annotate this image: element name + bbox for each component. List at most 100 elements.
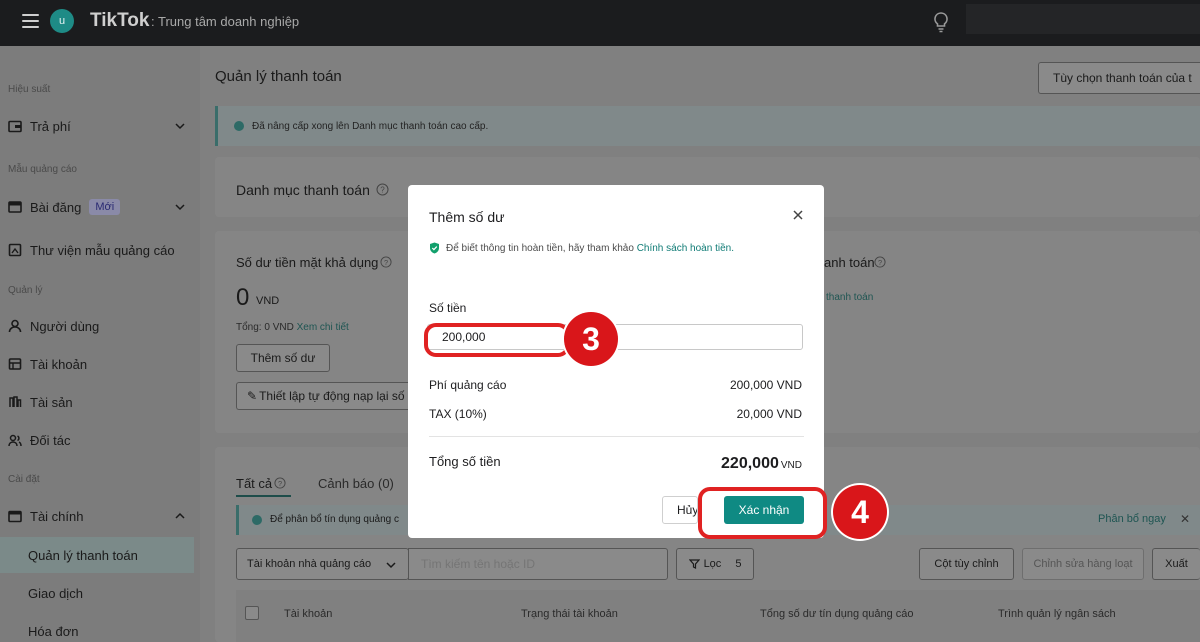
- wallet-icon: [8, 120, 22, 133]
- chevron-down-icon[interactable]: [174, 120, 186, 132]
- svg-text:?: ?: [278, 479, 282, 488]
- total-value: 220,000 VND: [721, 455, 802, 473]
- tab-all[interactable]: Tất cả: [236, 476, 272, 491]
- select-value: Tài khoản nhà quảng cáo: [247, 558, 372, 570]
- page-title: Quản lý thanh toán: [215, 68, 342, 85]
- column-header[interactable]: Trạng thái tài khoản: [521, 608, 618, 620]
- right-card-link[interactable]: thanh toán: [826, 292, 873, 303]
- assets-icon: [9, 396, 22, 407]
- tiktok-logo[interactable]: TikTok: [90, 10, 149, 32]
- tab-all-label: Tất cả: [236, 476, 273, 491]
- user-icon: [8, 319, 22, 333]
- export-button[interactable]: Xuất: [1152, 548, 1200, 580]
- section-settings: Cài đặt: [8, 474, 40, 485]
- sidebar-item-invoices[interactable]: Hóa đơn: [28, 621, 78, 641]
- help-icon[interactable]: ?: [376, 183, 389, 196]
- amount-label: Số tiền: [429, 301, 467, 315]
- section-manage: Quản lý: [8, 285, 43, 296]
- section-ad-templates: Mẫu quảng cáo: [8, 164, 77, 175]
- alert-banner-text: Để phân bổ tín dụng quảng c: [270, 514, 399, 525]
- close-icon[interactable]: [792, 209, 804, 221]
- lightbulb-icon[interactable]: [932, 11, 950, 33]
- sidebar-item-label: Người dùng: [30, 318, 100, 334]
- info-banner-text: Đã nâng cấp xong lên Danh mục thanh toán…: [252, 120, 489, 132]
- total-text: Tổng: 0 VND: [236, 322, 294, 333]
- total-currency: VND: [780, 460, 802, 471]
- add-balance-button[interactable]: Thêm số dư: [236, 344, 330, 372]
- filter-label: Lọc: [703, 558, 722, 570]
- help-icon[interactable]: ?: [874, 256, 886, 268]
- sidebar-item-transactions[interactable]: Giao dịch: [28, 583, 83, 603]
- help-icon[interactable]: ?: [380, 256, 392, 268]
- tab-underline: [236, 495, 291, 497]
- auto-topup-button[interactable]: ✎ Thiết lập tự động nạp lại số: [236, 382, 412, 410]
- total-amount: 220,000: [721, 455, 779, 472]
- right-card-label: anh toán: [824, 255, 875, 270]
- chevron-up-icon[interactable]: [174, 510, 186, 522]
- avatar[interactable]: u: [50, 9, 74, 33]
- note-text: Để biết thông tin hoàn tiền, hãy tham kh…: [446, 242, 634, 254]
- highlight-ring-confirm: [698, 487, 827, 539]
- balance-amount: 0: [236, 284, 250, 311]
- info-icon: [252, 515, 262, 525]
- auto-topup-label: Thiết lập tự động nạp lại số: [259, 389, 405, 403]
- section-performance: Hiệu suất: [8, 84, 51, 95]
- balance-total: Tổng: 0 VND Xem chi tiết: [236, 322, 349, 333]
- balance-label: Số dư tiền mặt khả dụng: [236, 255, 379, 270]
- menu-icon[interactable]: [22, 14, 39, 28]
- logo-subtitle: : Trung tâm doanh nghiệp: [151, 14, 300, 29]
- refund-note: Để biết thông tin hoàn tiền, hãy tham kh…: [429, 242, 734, 254]
- chevron-down-icon: [386, 562, 396, 569]
- sidebar-item-partners[interactable]: Đối tác: [8, 430, 70, 450]
- column-header[interactable]: Tài khoản: [284, 608, 332, 620]
- account-switcher[interactable]: [966, 4, 1200, 34]
- sidebar-item-users[interactable]: Người dùng: [8, 316, 99, 336]
- add-balance-modal: Thêm số dư Để biết thông tin hoàn tiền, …: [408, 185, 824, 538]
- sidebar-item-label: Thư viện mẫu quảng cáo: [30, 242, 175, 258]
- filter-button[interactable]: Lọc 5: [676, 548, 754, 580]
- select-all-checkbox[interactable]: [245, 606, 259, 620]
- refund-policy-link[interactable]: Chính sách hoàn tiền.: [637, 243, 734, 254]
- partners-icon: [8, 434, 22, 447]
- sidebar-item-label: Tài sản: [30, 394, 73, 410]
- top-bar: u TikTok : Trung tâm doanh nghiệp: [0, 0, 1200, 46]
- cancel-button[interactable]: Hủy: [662, 496, 698, 524]
- modal-title: Thêm số dư: [429, 209, 505, 225]
- sidebar-item-posts[interactable]: Bài đăng Mới: [8, 197, 121, 217]
- sidebar-item-payment[interactable]: Trả phí: [8, 116, 71, 136]
- filter-count: 5: [735, 558, 742, 570]
- library-icon: [8, 243, 22, 257]
- allocate-now-link[interactable]: Phân bổ ngay: [1098, 513, 1166, 525]
- sidebar-item-accounts[interactable]: Tài khoản: [8, 354, 87, 374]
- account-icon: [8, 358, 22, 370]
- sidebar-item-label: Đối tác: [30, 432, 71, 448]
- bulk-edit-button[interactable]: Chỉnh sửa hàng loạt: [1022, 548, 1144, 580]
- close-icon[interactable]: ✕: [1180, 512, 1190, 526]
- tab-alerts[interactable]: Cảnh báo (0): [318, 476, 394, 491]
- highlight-ring-amount: [424, 323, 570, 357]
- sidebar-item-payment-management[interactable]: Quản lý thanh toán: [28, 545, 138, 565]
- sidebar-item-label: Bài đăng: [30, 199, 82, 215]
- sidebar-item-finance[interactable]: Tài chính: [8, 506, 83, 526]
- svg-text:?: ?: [380, 186, 385, 195]
- details-link[interactable]: Xem chi tiết: [297, 322, 349, 333]
- finance-icon: [8, 510, 22, 523]
- sidebar-item-label: Trả phí: [30, 118, 71, 134]
- search-input[interactable]: [408, 548, 668, 580]
- advertiser-account-select[interactable]: Tài khoản nhà quảng cáo: [236, 548, 409, 580]
- ad-fee-value: 200,000 VND: [729, 378, 802, 392]
- custom-columns-button[interactable]: Cột tùy chỉnh: [919, 548, 1014, 580]
- step-4-badge: 4: [833, 485, 887, 539]
- svg-text:?: ?: [878, 258, 882, 267]
- help-icon[interactable]: ?: [274, 477, 286, 489]
- sidebar-item-assets[interactable]: Tài sản: [8, 392, 73, 412]
- svg-text:?: ?: [384, 258, 388, 267]
- shield-icon: [430, 242, 439, 254]
- sidebar-item-label: Tài khoản: [30, 356, 88, 372]
- column-header[interactable]: Tổng số dư tín dụng quảng cáo: [760, 608, 914, 620]
- sidebar-item-ad-library[interactable]: Thư viện mẫu quảng cáo: [8, 240, 175, 260]
- chevron-down-icon[interactable]: [174, 201, 186, 213]
- column-header[interactable]: Trình quản lý ngân sách: [998, 608, 1116, 620]
- edit-icon: ✎: [247, 389, 258, 403]
- payment-options-button[interactable]: Tùy chọn thanh toán của t: [1038, 62, 1200, 94]
